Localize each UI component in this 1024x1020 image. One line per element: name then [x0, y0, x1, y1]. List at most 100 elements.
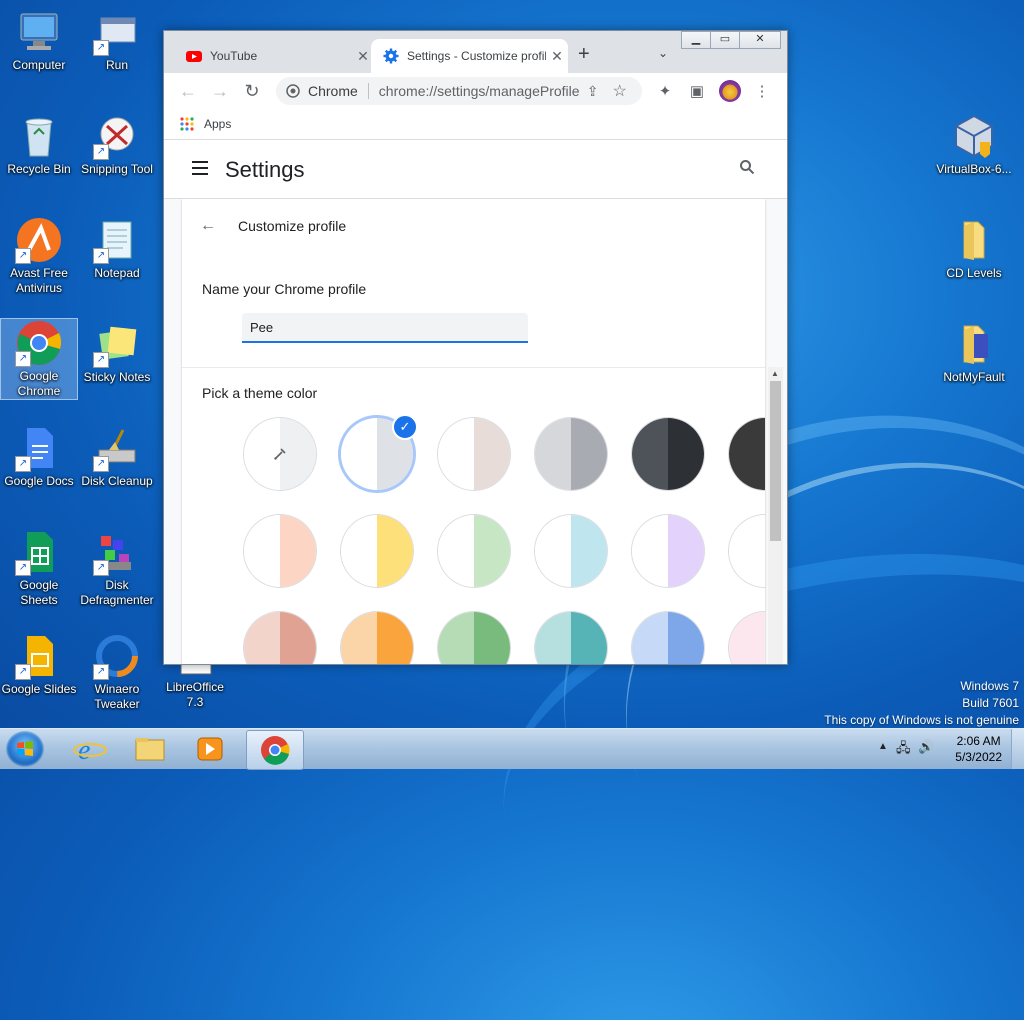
desktop-icon-google-docs[interactable]: ↗ Google Docs [1, 424, 77, 489]
start-button[interactable] [6, 731, 44, 767]
taskbar-internet-explorer[interactable]: e [62, 730, 118, 768]
swatch-left-half [729, 612, 765, 664]
selected-check-icon: ✓ [392, 414, 418, 440]
share-icon[interactable]: ⇪ [587, 83, 599, 100]
desktop-icon-avast[interactable]: ↗ Avast Free Antivirus [1, 216, 77, 296]
more-menu-icon[interactable]: ⋮ [752, 82, 772, 100]
desktop-icon-run[interactable]: ↗ Run [79, 8, 155, 73]
desktop-icon-label: Computer [12, 58, 66, 72]
swatch-left-half [535, 612, 571, 664]
tab-close-icon[interactable]: ✕ [546, 48, 568, 65]
shortcut-arrow-icon: ↗ [15, 248, 31, 264]
theme-color-swatch[interactable] [729, 612, 765, 664]
back-arrow-icon[interactable]: ← [200, 217, 216, 235]
theme-color-swatch[interactable] [438, 515, 510, 587]
desktop-icon-recycle-bin[interactable]: Recycle Bin [1, 112, 77, 177]
windows-flag-icon [17, 741, 33, 756]
desktop-icon-google-chrome[interactable]: ↗ Google Chrome [0, 318, 78, 400]
desktop-icon-winaero-tweaker[interactable]: ↗ Winaero Tweaker [79, 632, 155, 712]
theme-color-swatch[interactable] [535, 612, 607, 664]
scrollbar-thumb[interactable] [770, 381, 781, 541]
clock-date: 5/3/2022 [955, 750, 1002, 764]
desktop-icon-google-slides[interactable]: ↗ Google Slides [1, 632, 77, 697]
new-tab-button[interactable]: + [578, 43, 590, 66]
profile-name-input[interactable] [242, 313, 528, 343]
side-panel-icon[interactable]: ▣ [687, 82, 707, 100]
shortcut-arrow-icon: ↗ [15, 351, 31, 367]
watermark-build: Build 7601 [962, 696, 1019, 710]
desktop-icon-notmyfault[interactable]: NotMyFault [936, 320, 1012, 385]
theme-color-swatch[interactable] [535, 418, 607, 490]
desktop-icon-disk-cleanup[interactable]: ↗ Disk Cleanup [79, 424, 155, 489]
tab-youtube[interactable]: YouTube ✕ [174, 39, 374, 73]
desktop-icon-disk-defragmenter[interactable]: ↗ Disk Defragmenter [79, 528, 155, 608]
theme-color-swatch[interactable] [535, 515, 607, 587]
theme-color-swatch[interactable] [244, 612, 316, 664]
desktop-icon-label: Winaero Tweaker [94, 682, 140, 711]
shortcut-arrow-icon: ↗ [15, 664, 31, 680]
desktop-icon-notepad[interactable]: ↗ Notepad [79, 216, 155, 281]
network-icon[interactable]: 🖧 [896, 739, 911, 761]
minimize-icon[interactable]: ▁ [681, 31, 711, 49]
swatch-left-half [632, 612, 668, 664]
computer-icon [15, 8, 63, 56]
scroll-up-arrow-icon[interactable]: ▲ [771, 369, 779, 378]
desktop-icon-sticky-notes[interactable]: ↗ Sticky Notes [79, 320, 155, 385]
desktop-icon-virtualbox[interactable]: VirtualBox-6... [936, 112, 1012, 177]
svg-text:e: e [78, 735, 90, 766]
desktop-icon-computer[interactable]: Computer [1, 8, 77, 73]
reload-icon[interactable]: ↻ [240, 81, 264, 102]
swatch-right-half [280, 515, 316, 587]
star-icon[interactable]: ☆ [613, 81, 627, 101]
custom-color-picker-swatch[interactable] [244, 418, 316, 490]
theme-color-swatch[interactable] [632, 418, 704, 490]
desktop-icon-label: Google Sheets [19, 578, 59, 607]
theme-color-swatch[interactable] [632, 515, 704, 587]
theme-color-swatch[interactable] [341, 515, 413, 587]
taskbar-media-player[interactable] [182, 730, 238, 768]
maximize-icon[interactable]: ▭ [710, 31, 740, 49]
address-bar[interactable]: Chrome chrome://settings/manageProfile ⇪… [276, 77, 642, 105]
taskbar-google-chrome[interactable] [246, 730, 304, 770]
taskbar-file-explorer[interactable] [122, 730, 178, 768]
swatch-left-half [438, 612, 474, 664]
hamburger-menu-icon[interactable] [192, 161, 208, 179]
extensions-puzzle-icon[interactable]: ✦ [655, 82, 675, 100]
back-arrow-icon[interactable]: ← [176, 81, 200, 102]
profile-avatar[interactable] [719, 80, 741, 102]
close-window-icon[interactable]: ✕ [739, 31, 781, 49]
theme-color-swatch[interactable] [341, 612, 413, 664]
volume-icon[interactable]: 🔊 [918, 739, 934, 755]
theme-color-swatch[interactable] [438, 612, 510, 664]
theme-color-swatch[interactable] [729, 515, 765, 587]
tray-expand-icon[interactable]: ▲ [878, 741, 888, 752]
shortcut-arrow-icon: ↗ [93, 248, 109, 264]
watermark-os: Windows 7 [960, 679, 1019, 693]
folder-icon [135, 738, 165, 761]
vertical-scrollbar[interactable]: ▲ ▼ [768, 367, 783, 664]
theme-color-swatch[interactable] [729, 418, 765, 490]
bookmark-apps[interactable]: Apps [204, 117, 231, 131]
forward-arrow-icon[interactable]: → [208, 81, 232, 102]
desktop-icon-cd-levels[interactable]: CD Levels [936, 216, 1012, 281]
search-icon[interactable] [740, 160, 755, 175]
theme-color-swatch[interactable] [244, 515, 316, 587]
swatch-left-half [341, 612, 377, 664]
omnibox-url[interactable]: chrome://settings/manageProfile [379, 83, 579, 99]
tab-search-chevron-icon[interactable]: ⌄ [658, 46, 668, 60]
theme-color-swatch[interactable] [438, 418, 510, 490]
desktop-icon-label: Disk Defragmenter [80, 578, 154, 607]
page-title: Settings [225, 157, 305, 182]
sticky-notes-icon: ↗ [93, 320, 141, 368]
clock[interactable]: 2:06 AM 5/3/2022 [955, 733, 1002, 765]
apps-grid-icon[interactable] [180, 117, 194, 131]
desktop-icon-google-sheets[interactable]: ↗ Google Sheets [1, 528, 77, 608]
shortcut-arrow-icon: ↗ [15, 456, 31, 472]
desktop-icon-snipping-tool[interactable]: ↗ Snipping Tool [79, 112, 155, 177]
swatch-left-half [438, 418, 474, 490]
swatch-right-half [474, 515, 510, 587]
show-desktop-button[interactable] [1011, 729, 1024, 769]
shortcut-arrow-icon: ↗ [15, 560, 31, 576]
theme-color-swatch[interactable] [632, 612, 704, 664]
tab-settings[interactable]: Settings - Customize profile ✕ [371, 39, 568, 73]
